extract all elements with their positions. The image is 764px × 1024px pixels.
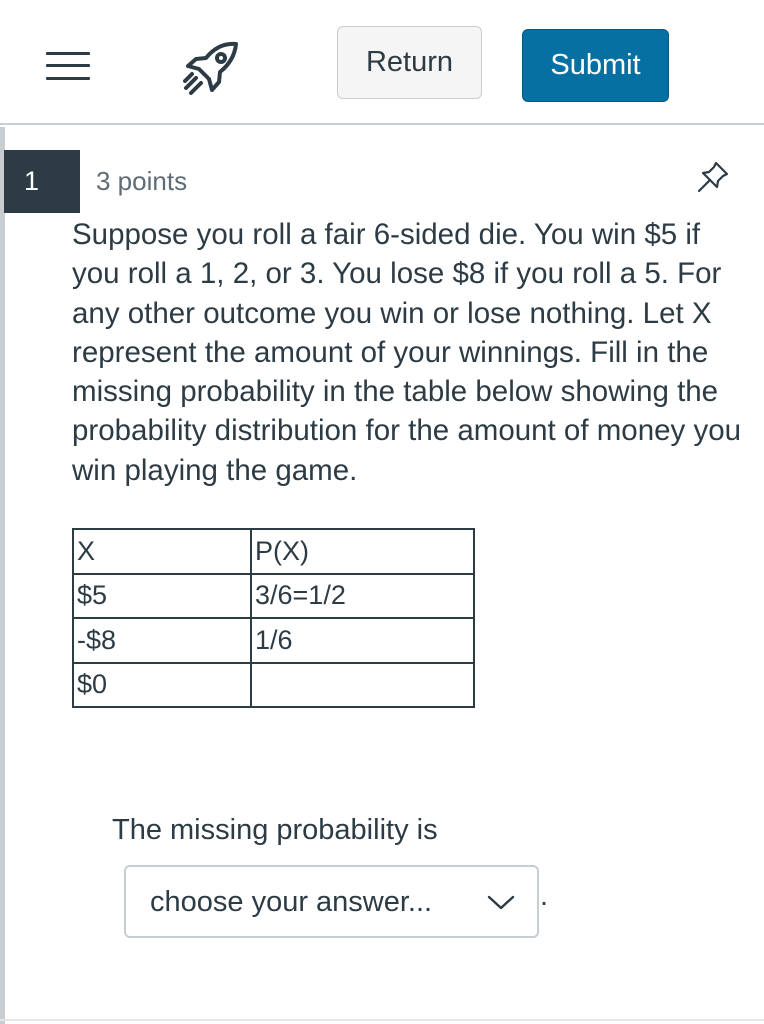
table-header-cell: X xyxy=(72,528,252,575)
table-cell xyxy=(250,661,475,708)
table-header-row: X P(X) xyxy=(72,528,475,575)
question-text: Suppose you roll a fair 6-sided die. You… xyxy=(72,218,742,487)
bottom-divider xyxy=(0,1019,764,1021)
table-cell: 3/6=1/2 xyxy=(250,572,475,619)
table-cell: $0 xyxy=(72,661,252,708)
table-cell: -$8 xyxy=(72,617,252,664)
rocket-icon[interactable] xyxy=(182,40,240,96)
answer-dropdown[interactable]: choose your answer... xyxy=(124,865,539,938)
pin-icon[interactable] xyxy=(696,160,730,194)
chevron-down-icon xyxy=(487,895,515,910)
left-rail xyxy=(0,127,5,1024)
answer-prompt: The missing probability is xyxy=(112,814,438,846)
table-cell: $5 xyxy=(72,572,252,619)
table-row: $0 xyxy=(72,661,475,708)
question-points: 3 points xyxy=(96,166,188,196)
table-header-cell: P(X) xyxy=(250,528,475,575)
question-number: 1 xyxy=(4,150,80,213)
hamburger-menu-icon[interactable] xyxy=(46,50,90,82)
answer-dropdown-value: choose your answer... xyxy=(150,886,433,918)
trailing-period: . xyxy=(540,880,549,912)
quiz-header: Return Submit xyxy=(0,0,764,125)
table-row: -$8 1/6 xyxy=(72,617,475,664)
return-button[interactable]: Return xyxy=(337,26,482,99)
table-cell: 1/6 xyxy=(250,617,475,664)
submit-button[interactable]: Submit xyxy=(522,29,669,102)
probability-distribution-table: X P(X) $5 3/6=1/2 -$8 1/6 $0 xyxy=(72,528,475,708)
table-row: $5 3/6=1/2 xyxy=(72,572,475,619)
